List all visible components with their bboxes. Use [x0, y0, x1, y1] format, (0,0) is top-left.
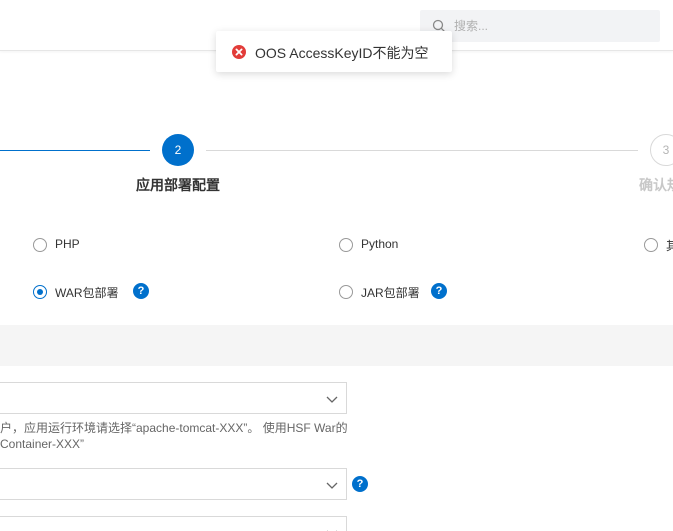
radio-php[interactable]: PHP [33, 235, 93, 255]
toast-message: OOS AccessKeyID不能为空 [255, 45, 429, 61]
help-icon[interactable]: ? [431, 283, 447, 299]
radio-label: JAR包部署 [361, 286, 420, 300]
step-3-circle: 3 [650, 134, 673, 166]
step-3-title: 确认规 [639, 177, 673, 193]
help-icon[interactable]: ? [352, 476, 368, 492]
radio-button-checked[interactable] [33, 285, 47, 299]
radio-jar-deploy[interactable]: JAR包部署 [339, 282, 429, 302]
search-input[interactable] [454, 10, 654, 42]
radio-war-deploy[interactable]: WAR包部署 [33, 282, 133, 302]
hint-text-line-1: 户，应用运行环境请选择“apache-tomcat-XXX”。 使用HSF Wa… [0, 421, 348, 435]
hint-text-line-2: Container-XXX” [0, 437, 85, 451]
error-toast: OOS AccessKeyID不能为空 [216, 31, 452, 72]
search-box[interactable] [420, 10, 660, 42]
step-2-title: 应用部署配置 [136, 177, 220, 193]
step-connector-pending [206, 150, 638, 151]
radio-button[interactable] [33, 238, 47, 252]
chevron-down-icon [326, 392, 338, 404]
app-root: OOS AccessKeyID不能为空 2 3 应用部署配置 确认规 PHP P… [0, 0, 673, 531]
radio-button[interactable] [339, 238, 353, 252]
radio-label: 其 [666, 239, 673, 253]
radio-label: WAR包部署 [55, 286, 119, 300]
error-circle-icon [232, 45, 246, 59]
step-2-circle: 2 [162, 134, 194, 166]
chevron-down-icon [326, 478, 338, 490]
radio-other[interactable]: 其 [644, 235, 673, 255]
radio-button[interactable] [339, 285, 353, 299]
radio-label: Python [361, 237, 399, 251]
step-connector-completed [0, 150, 150, 151]
secondary-select[interactable] [0, 468, 347, 500]
radio-button[interactable] [644, 238, 658, 252]
chevron-down-icon [326, 526, 338, 531]
runtime-environment-select[interactable] [0, 382, 347, 414]
radio-python[interactable]: Python [339, 235, 419, 255]
radio-label: PHP [55, 237, 80, 251]
section-header-band [0, 325, 673, 366]
third-select[interactable] [0, 516, 347, 531]
help-icon[interactable]: ? [133, 283, 149, 299]
